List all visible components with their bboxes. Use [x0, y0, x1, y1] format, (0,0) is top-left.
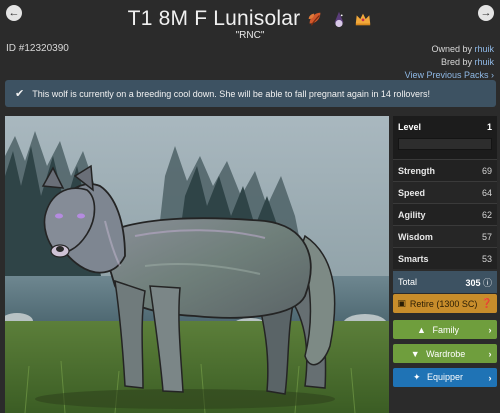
stat-total: Total 305 ⓘ — [393, 271, 497, 293]
owner-link[interactable]: rhuik — [474, 44, 494, 54]
question-icon: ❓ — [481, 298, 493, 308]
stat-row-speed: Speed 64 — [393, 181, 497, 203]
level-section: Level 1 — [393, 116, 497, 159]
tree-icon: ▲ — [417, 324, 426, 335]
chevron-right-icon: › — [488, 324, 492, 335]
total-value: 305 — [465, 277, 481, 288]
chevron-right-icon: › — [488, 348, 492, 359]
briefcase-icon: ▣ — [397, 298, 406, 308]
bred-by-line: Bred by rhuik — [440, 57, 494, 67]
sparkle-icon: ✦ — [412, 372, 421, 382]
stat-row-agility: Agility 62 — [393, 203, 497, 225]
notice-text: This wolf is currently on a breeding coo… — [32, 88, 430, 99]
breeding-cooldown-notice: ✔ This wolf is currently on a breeding c… — [5, 80, 496, 107]
check-icon: ✔ — [15, 88, 25, 100]
stat-row-smarts: Smarts 53 — [393, 247, 497, 269]
wolf-nickname: "RNC" — [235, 30, 265, 41]
retire-button[interactable]: ▣ Retire (1300 SC) ❓ — [393, 294, 497, 313]
leaf-badge-icon — [309, 12, 321, 26]
level-value: 1 — [486, 122, 492, 132]
wardrobe-label: Wardrobe — [426, 348, 466, 359]
equipper-label: Equipper — [427, 372, 464, 382]
stat-row-strength: Strength 69 — [393, 159, 497, 181]
level-label: Level — [398, 122, 422, 132]
stats-panel: Level 1 Strength 69 Speed 64 Agility 62 … — [393, 116, 497, 293]
equipper-button[interactable]: ✦ Equipper › — [393, 368, 497, 387]
wardrobe-button[interactable]: ▼ Wardrobe › — [393, 344, 497, 363]
wolf-scene-illustration — [5, 116, 389, 413]
stat-row-wisdom: Wisdom 57 — [393, 225, 497, 247]
breeder-link[interactable]: rhuik — [474, 57, 494, 67]
chevron-right-icon: › — [491, 70, 494, 80]
crown-badge-icon — [356, 13, 371, 26]
owned-by-line: Owned by rhuik — [431, 44, 494, 54]
retire-label: Retire (1300 SC) — [409, 298, 478, 309]
family-button[interactable]: ▲ Family › — [393, 320, 497, 339]
help-icon[interactable]: ⓘ — [483, 278, 492, 288]
family-label: Family — [432, 324, 459, 335]
wolf-image — [5, 116, 389, 413]
wolf-title: T1 8M F Lunisolar — [127, 7, 301, 30]
wolf-id: ID #12320390 — [6, 43, 69, 54]
chevron-right-icon: › — [488, 372, 492, 383]
shirt-icon: ▼ — [410, 348, 420, 359]
owner-info: Owned by rhuik Bred by rhuik View Previo… — [405, 43, 494, 82]
wizard-badge-icon — [334, 11, 344, 28]
experience-bar — [398, 138, 492, 150]
